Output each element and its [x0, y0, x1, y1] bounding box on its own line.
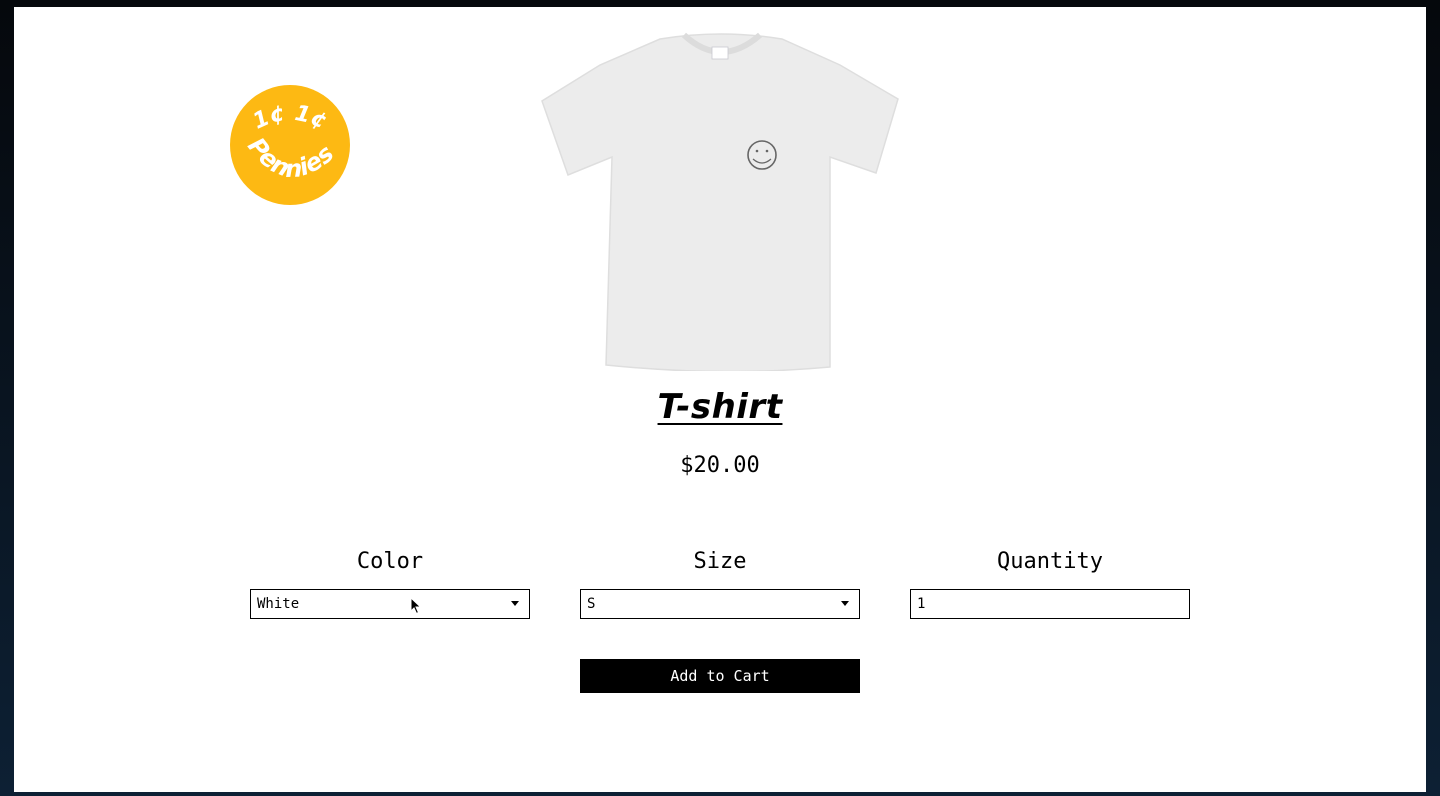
pennies-logo[interactable]: 1¢ 1¢ Pennies	[230, 85, 350, 205]
quantity-input[interactable]: 1	[910, 589, 1190, 619]
tshirt-image	[540, 25, 902, 373]
color-select-value: White	[257, 596, 300, 612]
quantity-input-value: 1	[917, 596, 926, 612]
quantity-label: Quantity	[997, 549, 1103, 574]
logo-top-text: 1¢ 1¢	[249, 101, 331, 135]
size-label: Size	[693, 549, 747, 574]
size-select[interactable]: S	[580, 589, 860, 619]
dropdown-arrow-icon	[841, 601, 849, 606]
dropdown-arrow-icon	[511, 601, 519, 606]
product-title: T-shirt	[657, 387, 783, 427]
mouse-cursor-icon	[410, 596, 422, 619]
size-select-value: S	[587, 596, 596, 612]
color-select[interactable]: White	[250, 589, 530, 619]
add-to-cart-button[interactable]: Add to Cart	[580, 659, 860, 693]
product-page: 1¢ 1¢ Pennies T-shirt $20.00 Color White…	[14, 7, 1426, 792]
color-label: Color	[356, 549, 424, 574]
product-price: $20.00	[680, 453, 760, 478]
logo-bottom-text: Pennies	[242, 132, 339, 183]
